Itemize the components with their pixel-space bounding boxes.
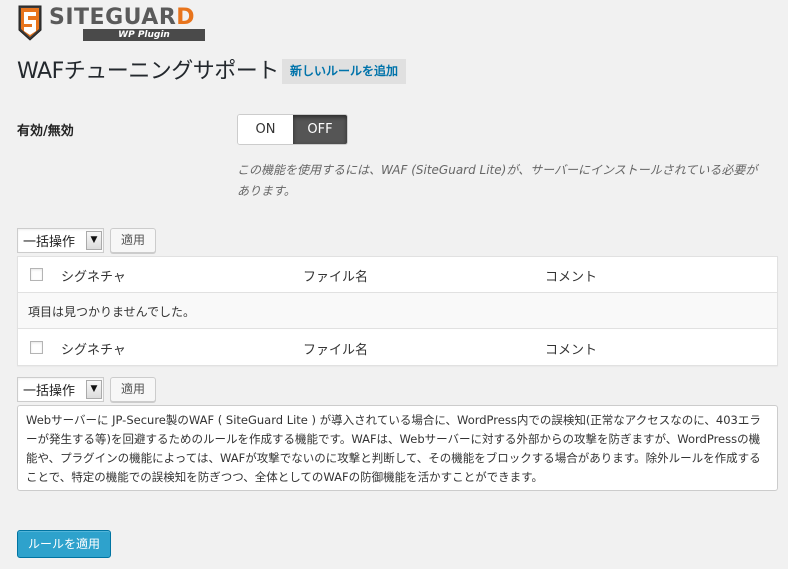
feature-description: Webサーバーに JP-Secure製のWAF ( SiteGuard Lite… (17, 405, 778, 491)
bulk-action-select[interactable]: 一括操作 ▼ (17, 228, 104, 253)
column-footer-filename[interactable]: ファイル名 (303, 339, 368, 358)
enable-toggle[interactable]: ON OFF (237, 114, 348, 145)
bulk-actions-top: 一括操作 ▼ 適用 (17, 228, 157, 253)
table-header-row: シグネチャ ファイル名 コメント (18, 257, 777, 293)
toggle-off-button[interactable]: OFF (293, 115, 347, 144)
empty-message: 項目は見つかりませんでした。 (28, 305, 196, 319)
apply-rules-button[interactable]: ルールを適用 (17, 530, 112, 558)
dropdown-arrow-icon[interactable]: ▼ (86, 231, 102, 250)
siteguard-logo: SITEGUARD WP Plugin (17, 4, 217, 42)
logo-wordmark: SITEGUARD (49, 5, 196, 30)
toggle-on-button[interactable]: ON (238, 115, 293, 144)
logo-subtitle: WP Plugin (83, 29, 205, 41)
waf-requirement-notice: この機能を使用するには、WAF (SiteGuard Lite)が、サーバーにイ… (237, 163, 758, 198)
column-footer-comment[interactable]: コメント (545, 339, 597, 358)
rules-table: シグネチャ ファイル名 コメント 項目は見つかりませんでした。 シグネチャ ファ… (17, 256, 778, 366)
apply-button-bottom[interactable]: 適用 (110, 377, 157, 402)
table-footer-row: シグネチャ ファイル名 コメント (18, 330, 777, 366)
dropdown-arrow-icon[interactable]: ▼ (86, 380, 102, 399)
shield-logo-icon (18, 5, 42, 41)
bulk-action-value: 一括操作 (23, 235, 76, 250)
column-header-filename[interactable]: ファイル名 (303, 266, 368, 285)
select-all-checkbox[interactable] (30, 268, 43, 281)
bulk-action-select-bottom[interactable]: 一括操作 ▼ (17, 377, 104, 402)
enable-label: 有効/無効 (17, 124, 74, 139)
select-all-checkbox-footer[interactable] (30, 341, 43, 354)
bulk-action-value-bottom: 一括操作 (23, 384, 76, 399)
column-header-comment[interactable]: コメント (545, 266, 597, 285)
column-footer-signature[interactable]: シグネチャ (61, 339, 126, 358)
add-new-rule-button[interactable]: 新しいルールを追加 (282, 59, 407, 84)
page-title: WAFチューニングサポート (17, 59, 279, 84)
column-header-signature[interactable]: シグネチャ (61, 266, 126, 285)
table-row: 項目は見つかりませんでした。 (18, 293, 777, 329)
apply-button[interactable]: 適用 (110, 228, 157, 253)
bulk-actions-bottom: 一括操作 ▼ 適用 (17, 377, 157, 402)
